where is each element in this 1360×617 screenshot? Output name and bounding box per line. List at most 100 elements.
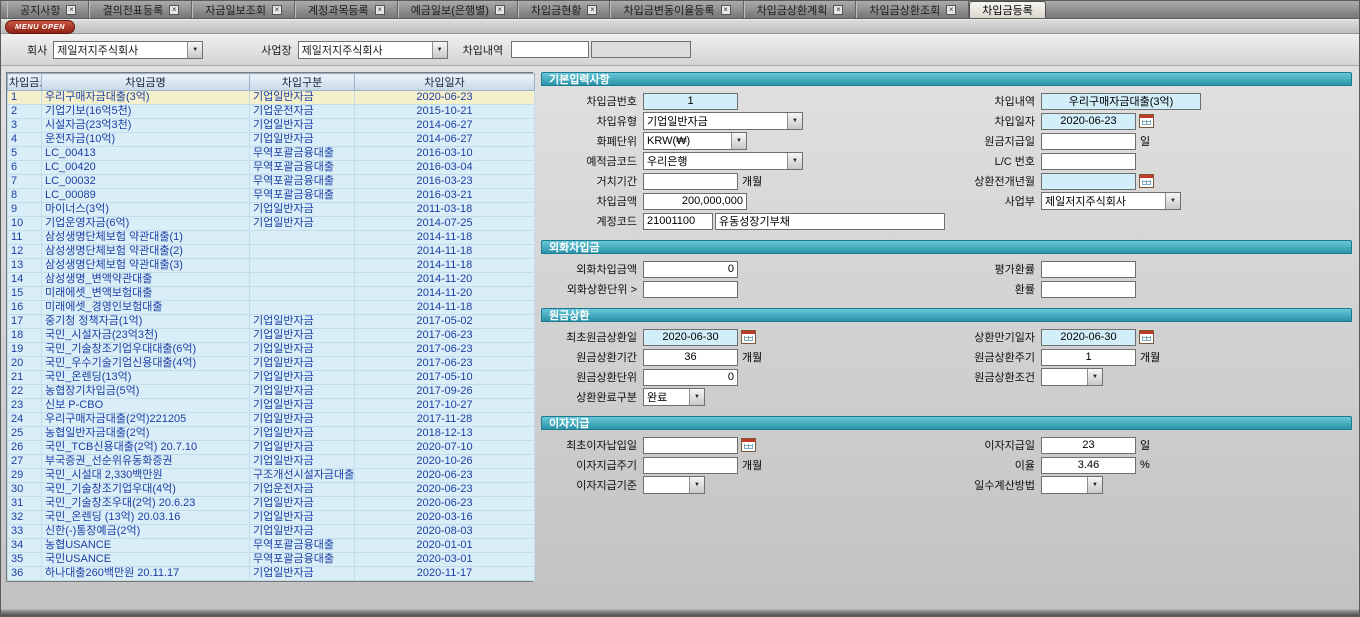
table-cell[interactable]: LC_00089 <box>42 189 250 203</box>
table-cell[interactable]: 2020-11-17 <box>355 567 535 581</box>
table-cell[interactable]: 구조개선시설자금대출 <box>250 469 355 483</box>
table-cell[interactable]: 무역포괄금융대출 <box>250 147 355 161</box>
table-cell[interactable]: 12 <box>8 245 42 259</box>
interest-rate-input[interactable] <box>1041 457 1136 474</box>
table-cell[interactable]: 33 <box>8 525 42 539</box>
rollover-month-input[interactable] <box>1041 173 1136 190</box>
table-row[interactable]: 19국민_기술창조기업우대대출(6억)기업일반자금2017-06-23 <box>8 343 535 357</box>
table-cell[interactable]: 27 <box>8 455 42 469</box>
table-cell[interactable]: 2014-07-25 <box>355 217 535 231</box>
table-cell[interactable]: 2020-06-23 <box>355 91 535 105</box>
table-cell[interactable]: 삼성생명단체보험 약관대출(2) <box>42 245 250 259</box>
table-cell[interactable]: 2017-09-26 <box>355 385 535 399</box>
table-cell[interactable]: 20 <box>8 357 42 371</box>
table-cell[interactable]: 미래에셋_경영인보험대출 <box>42 301 250 315</box>
table-cell[interactable]: 기업일반자금 <box>250 455 355 469</box>
tab-voucher-entry[interactable]: 결의전표등록× <box>89 1 192 18</box>
table-cell[interactable]: 7 <box>8 175 42 189</box>
table-cell[interactable]: 국민_기술창조우대(2억) 20.6.23 <box>42 497 250 511</box>
table-cell[interactable]: 우리구매자금대출(3억) <box>42 91 250 105</box>
principal-payday-input[interactable] <box>1041 133 1136 150</box>
tab-account-registration[interactable]: 계정과목등록× <box>295 1 398 18</box>
table-cell[interactable]: 30 <box>8 483 42 497</box>
menu-open-button[interactable]: MENU OPEN <box>5 20 75 34</box>
table-cell[interactable]: 14 <box>8 273 42 287</box>
table-cell[interactable]: 기업일반자금 <box>250 441 355 455</box>
table-row[interactable]: 31국민_기술창조우대(2억) 20.6.23기업일반자금2020-06-23 <box>8 497 535 511</box>
table-cell[interactable]: 국민_TCB신용대출(2억) 20.7.10 <box>42 441 250 455</box>
table-cell[interactable]: 부국증권_선순위유동화증권 <box>42 455 250 469</box>
close-icon[interactable]: × <box>946 5 956 15</box>
account-code-input[interactable] <box>643 213 713 230</box>
table-row[interactable]: 22농협장기차입금(5억)기업일반자금2017-09-26 <box>8 385 535 399</box>
table-cell[interactable]: 5 <box>8 147 42 161</box>
table-cell[interactable]: 기업일반자금 <box>250 91 355 105</box>
tab-notice[interactable]: 공지사항× <box>7 1 89 18</box>
table-cell[interactable]: 농협일반자금대출(2억) <box>42 427 250 441</box>
table-row[interactable]: 34농협USANCE무역포괄금융대출2020-01-01 <box>8 539 535 553</box>
table-cell[interactable]: 2014-11-18 <box>355 231 535 245</box>
table-cell[interactable]: 2017-06-23 <box>355 329 535 343</box>
table-cell[interactable]: 중기청 정책자금(1억) <box>42 315 250 329</box>
table-cell[interactable]: 2 <box>8 105 42 119</box>
table-cell[interactable]: 기업일반자금 <box>250 385 355 399</box>
table-cell[interactable]: 25 <box>8 427 42 441</box>
principal-repay-cycle-input[interactable] <box>1041 349 1136 366</box>
table-cell[interactable]: 34 <box>8 539 42 553</box>
table-cell[interactable]: LC_00420 <box>42 161 250 175</box>
table-cell[interactable]: 기업일반자금 <box>250 203 355 217</box>
table-cell[interactable]: 기업일반자금 <box>250 567 355 581</box>
table-row[interactable]: 4운전자금(10억)기업일반자금2014-06-27 <box>8 133 535 147</box>
table-cell[interactable]: 13 <box>8 259 42 273</box>
calendar-icon[interactable] <box>741 438 756 452</box>
daycount-method-select[interactable]: ▼ <box>1041 476 1103 494</box>
table-row[interactable]: 27부국증권_선순위유동화증권기업일반자금2020-10-26 <box>8 455 535 469</box>
loan-description-input[interactable] <box>1041 93 1201 110</box>
table-cell[interactable]: 농협USANCE <box>42 539 250 553</box>
table-cell[interactable]: 2016-03-21 <box>355 189 535 203</box>
loan-type-select[interactable]: 기업일반자금 ▼ <box>643 112 803 130</box>
table-row[interactable]: 26국민_TCB신용대출(2억) 20.7.10기업일반자금2020-07-10 <box>8 441 535 455</box>
table-cell[interactable]: 신보 P-CBO <box>42 399 250 413</box>
table-cell[interactable] <box>250 301 355 315</box>
table-cell[interactable]: 2015-10-21 <box>355 105 535 119</box>
table-cell[interactable]: 2017-06-23 <box>355 343 535 357</box>
table-row[interactable]: 12삼성생명단체보험 약관대출(2)2014-11-18 <box>8 245 535 259</box>
close-icon[interactable]: × <box>375 5 385 15</box>
table-row[interactable]: 3시설자금(23억3천)기업일반자금2014-06-27 <box>8 119 535 133</box>
table-cell[interactable]: 32 <box>8 511 42 525</box>
principal-repay-period-input[interactable] <box>643 349 738 366</box>
principal-repay-condition-select[interactable]: ▼ <box>1041 368 1103 386</box>
table-cell[interactable]: 8 <box>8 189 42 203</box>
table-row[interactable]: 15미래에셋_변액보험대출2014-11-20 <box>8 287 535 301</box>
table-cell[interactable]: 2020-03-01 <box>355 553 535 567</box>
table-cell[interactable]: 국민USANCE <box>42 553 250 567</box>
table-cell[interactable]: 2014-06-27 <box>355 133 535 147</box>
table-cell[interactable]: 2020-08-03 <box>355 525 535 539</box>
calendar-icon[interactable] <box>1139 114 1154 128</box>
table-cell[interactable]: 마이너스(3억) <box>42 203 250 217</box>
table-row[interactable]: 23신보 P-CBO기업일반자금2017-10-27 <box>8 399 535 413</box>
table-cell[interactable]: 2014-06-27 <box>355 119 535 133</box>
close-icon[interactable]: × <box>833 5 843 15</box>
table-cell[interactable] <box>250 231 355 245</box>
table-row[interactable]: 14삼성생명_변액약관대출2014-11-20 <box>8 273 535 287</box>
repay-complete-select[interactable]: 완료 ▼ <box>643 388 705 406</box>
table-cell[interactable]: 36 <box>8 567 42 581</box>
tab-loan-variable-rate[interactable]: 차입금변동이율등록× <box>610 1 743 18</box>
table-cell[interactable]: 2017-06-23 <box>355 357 535 371</box>
loan-desc-search-input[interactable] <box>511 41 589 58</box>
table-row[interactable]: 24우리구매자금대출(2억)221205기업일반자금2017-11-28 <box>8 413 535 427</box>
table-cell[interactable]: 2017-10-27 <box>355 399 535 413</box>
table-cell[interactable]: LC_00413 <box>42 147 250 161</box>
table-cell[interactable]: 무역포괄금융대출 <box>250 161 355 175</box>
table-cell[interactable]: 기업일반자금 <box>250 329 355 343</box>
table-cell[interactable]: 기업일반자금 <box>250 119 355 133</box>
table-cell[interactable]: 2016-03-10 <box>355 147 535 161</box>
calendar-icon[interactable] <box>1139 330 1154 344</box>
table-cell[interactable]: 기업일반자금 <box>250 525 355 539</box>
table-cell[interactable]: 국민_우수기술기업신용대출(4억) <box>42 357 250 371</box>
table-cell[interactable] <box>250 287 355 301</box>
table-cell[interactable]: 31 <box>8 497 42 511</box>
account-name-input[interactable] <box>715 213 945 230</box>
